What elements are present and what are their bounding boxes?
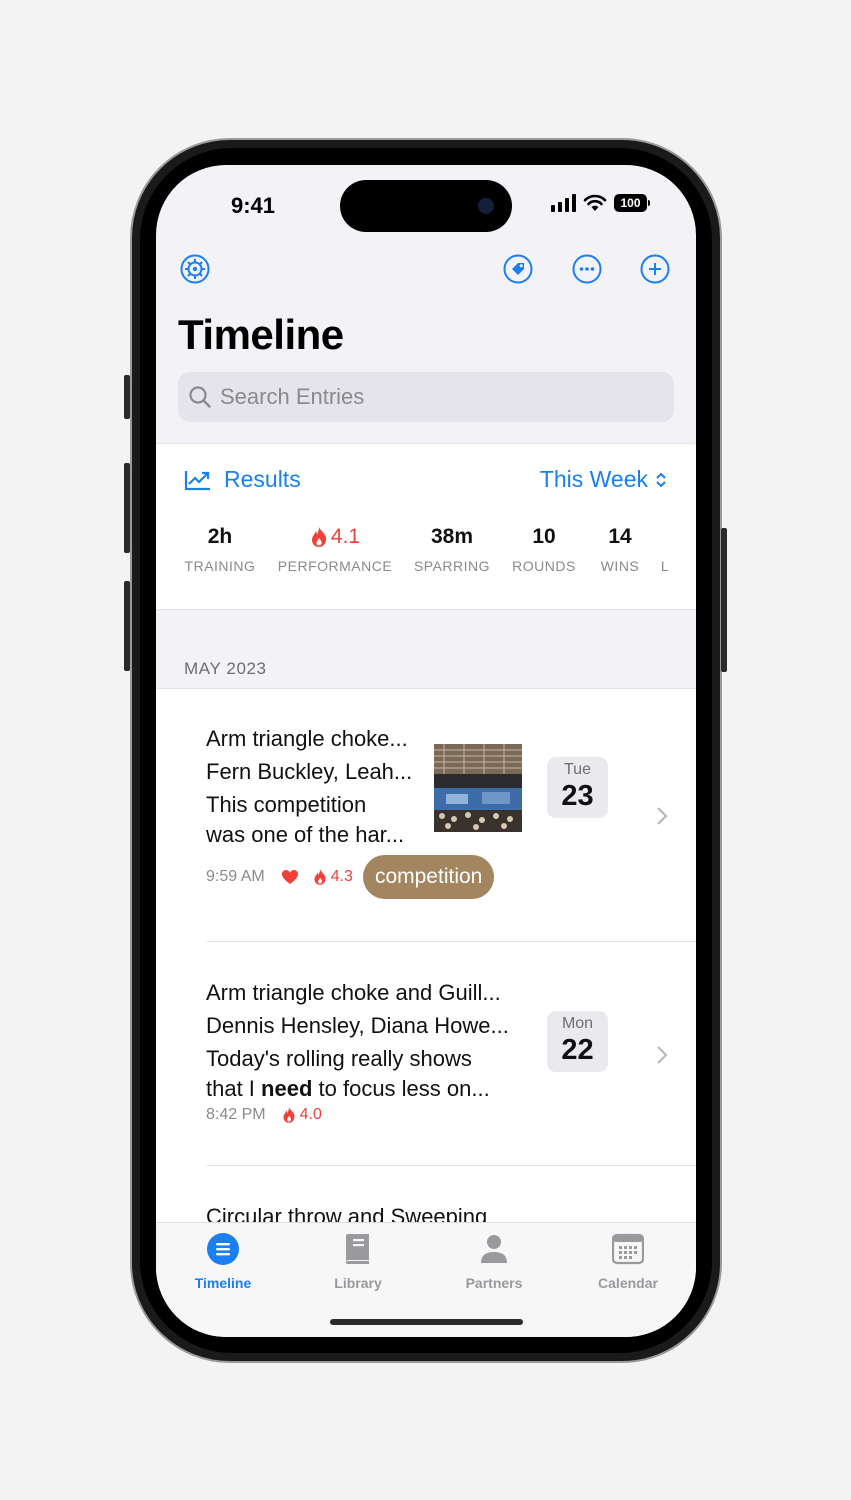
action-button bbox=[124, 375, 130, 419]
stat-performance: 4.1 PERFORMANCE bbox=[276, 524, 394, 574]
tag-badge[interactable]: competition bbox=[362, 855, 495, 899]
entry-weekday: Mon bbox=[561, 1015, 594, 1032]
more-icon[interactable] bbox=[572, 254, 602, 284]
stat-value bbox=[658, 524, 672, 550]
entry-list: Arm triangle choke... Fern Buckley, Leah… bbox=[156, 688, 696, 1229]
book-icon bbox=[346, 1234, 369, 1264]
volume-down-button bbox=[124, 581, 130, 671]
entry-photo bbox=[434, 744, 522, 832]
notes-bold-text: need bbox=[261, 1076, 313, 1101]
chart-line-icon bbox=[184, 470, 210, 490]
search-input[interactable] bbox=[220, 384, 660, 410]
stat-label: WINS bbox=[600, 558, 640, 574]
search-bar[interactable] bbox=[178, 372, 674, 422]
tab-label: Timeline bbox=[194, 1275, 252, 1291]
dynamic-island bbox=[340, 180, 512, 232]
stat-value: 38m bbox=[430, 525, 474, 548]
stat-label: SPARRING bbox=[413, 558, 491, 574]
performance-value: 4.1 bbox=[330, 525, 361, 548]
entry-day: 23 bbox=[561, 780, 594, 812]
status-icons: 100 bbox=[551, 194, 650, 212]
notes-text: that I bbox=[206, 1076, 262, 1101]
wifi-icon bbox=[583, 194, 607, 211]
entry-score-value: 4.0 bbox=[299, 1106, 322, 1123]
stat-label: L bbox=[660, 558, 670, 574]
period-label: This Week bbox=[539, 466, 648, 492]
entry-score-value: 4.3 bbox=[330, 868, 353, 885]
tab-partners[interactable]: Partners bbox=[444, 1233, 544, 1291]
volume-up-button bbox=[124, 463, 130, 553]
entry-date-badge: Tue 23 bbox=[547, 757, 608, 818]
section-header: MAY 2023 bbox=[184, 659, 267, 678]
flame-icon bbox=[283, 1107, 295, 1123]
page-title: Timeline bbox=[178, 311, 344, 358]
calendar-icon bbox=[611, 1233, 645, 1265]
power-button bbox=[721, 528, 727, 672]
tab-label: Library bbox=[334, 1275, 382, 1291]
divider bbox=[206, 1165, 696, 1166]
tab-calendar[interactable]: Calendar bbox=[578, 1233, 678, 1291]
entry-partners: Dennis Hensley, Diana Howe... bbox=[206, 1013, 509, 1038]
entry-weekday: Tue bbox=[564, 761, 591, 778]
stat-rounds: 10 ROUNDS bbox=[508, 524, 580, 574]
entry-time: 9:59 AM bbox=[206, 868, 265, 885]
gym-photo bbox=[434, 744, 522, 832]
battery-level: 100 bbox=[614, 194, 647, 212]
camera-icon bbox=[478, 198, 494, 214]
entry-time: 8:42 PM bbox=[206, 1106, 266, 1123]
notes-text: to focus less on... bbox=[312, 1076, 490, 1101]
home-indicator[interactable] bbox=[330, 1319, 523, 1325]
entry-score: 4.0 bbox=[282, 1106, 322, 1124]
entry-technique: Arm triangle choke and Guill... bbox=[206, 980, 501, 1005]
entry-date-badge: Mon 22 bbox=[547, 1011, 608, 1072]
stat-training: 2h TRAINING bbox=[184, 524, 256, 574]
heart-icon bbox=[281, 870, 298, 884]
tab-timeline[interactable]: Timeline bbox=[173, 1233, 273, 1291]
entry-notes: This competition bbox=[206, 792, 367, 817]
chevron-up-down-icon bbox=[656, 472, 666, 487]
list-icon bbox=[207, 1233, 239, 1265]
stat-losses: L bbox=[658, 524, 672, 574]
status-time: 9:41 bbox=[231, 193, 276, 218]
entry-notes-cont: was one of the har... bbox=[206, 822, 405, 847]
entry-technique: Arm triangle choke... bbox=[206, 726, 408, 751]
period-selector[interactable]: This Week bbox=[540, 466, 668, 493]
add-icon[interactable] bbox=[640, 254, 670, 284]
tab-label: Calendar bbox=[598, 1275, 658, 1291]
chevron-right-icon bbox=[657, 1046, 668, 1064]
stat-wins: 14 WINS bbox=[596, 524, 644, 574]
entry-day: 22 bbox=[561, 1034, 594, 1066]
results-button[interactable]: Results bbox=[184, 466, 301, 493]
tab-label: Partners bbox=[465, 1275, 523, 1291]
stat-label: PERFORMANCE bbox=[277, 558, 393, 574]
stat-value: 10 bbox=[532, 525, 556, 548]
battery-icon: 100 bbox=[614, 194, 650, 212]
results-card: Results This Week 2h TRAINING 4.1 PERFOR… bbox=[156, 443, 696, 610]
stat-value: 4.1 bbox=[276, 524, 394, 550]
entry-partners: Fern Buckley, Leah... bbox=[206, 759, 413, 784]
flame-icon bbox=[311, 527, 327, 547]
cellular-signal-icon bbox=[551, 194, 576, 212]
entry-score: 4.3 bbox=[313, 868, 353, 886]
person-icon bbox=[481, 1235, 507, 1263]
tab-library[interactable]: Library bbox=[308, 1233, 408, 1291]
stat-value: 14 bbox=[608, 525, 632, 548]
stat-label: TRAINING bbox=[184, 558, 256, 574]
stat-label: ROUNDS bbox=[512, 558, 576, 574]
entry-notes: Today's rolling really shows bbox=[206, 1046, 472, 1071]
chevron-right-icon bbox=[657, 807, 668, 825]
tags-icon[interactable] bbox=[503, 254, 533, 284]
settings-icon[interactable] bbox=[180, 254, 210, 284]
screen: 9:41 100 Timeline Search Entries Results… bbox=[156, 165, 696, 1337]
list-item[interactable]: Arm triangle choke and Guill... Dennis H… bbox=[206, 978, 696, 1138]
stat-sparring: 38m SPARRING bbox=[412, 524, 492, 574]
search-icon bbox=[189, 386, 211, 408]
divider bbox=[206, 941, 696, 942]
entry-notes-cont: that I need to focus less on... bbox=[206, 1074, 526, 1104]
results-label: Results bbox=[224, 466, 301, 492]
entry-meta: 9:59 AM 4.3 competition bbox=[206, 855, 696, 899]
stat-value: 2h bbox=[207, 525, 233, 548]
entry-meta: 8:42 PM 4.0 bbox=[206, 1106, 696, 1124]
flame-icon bbox=[314, 869, 326, 885]
